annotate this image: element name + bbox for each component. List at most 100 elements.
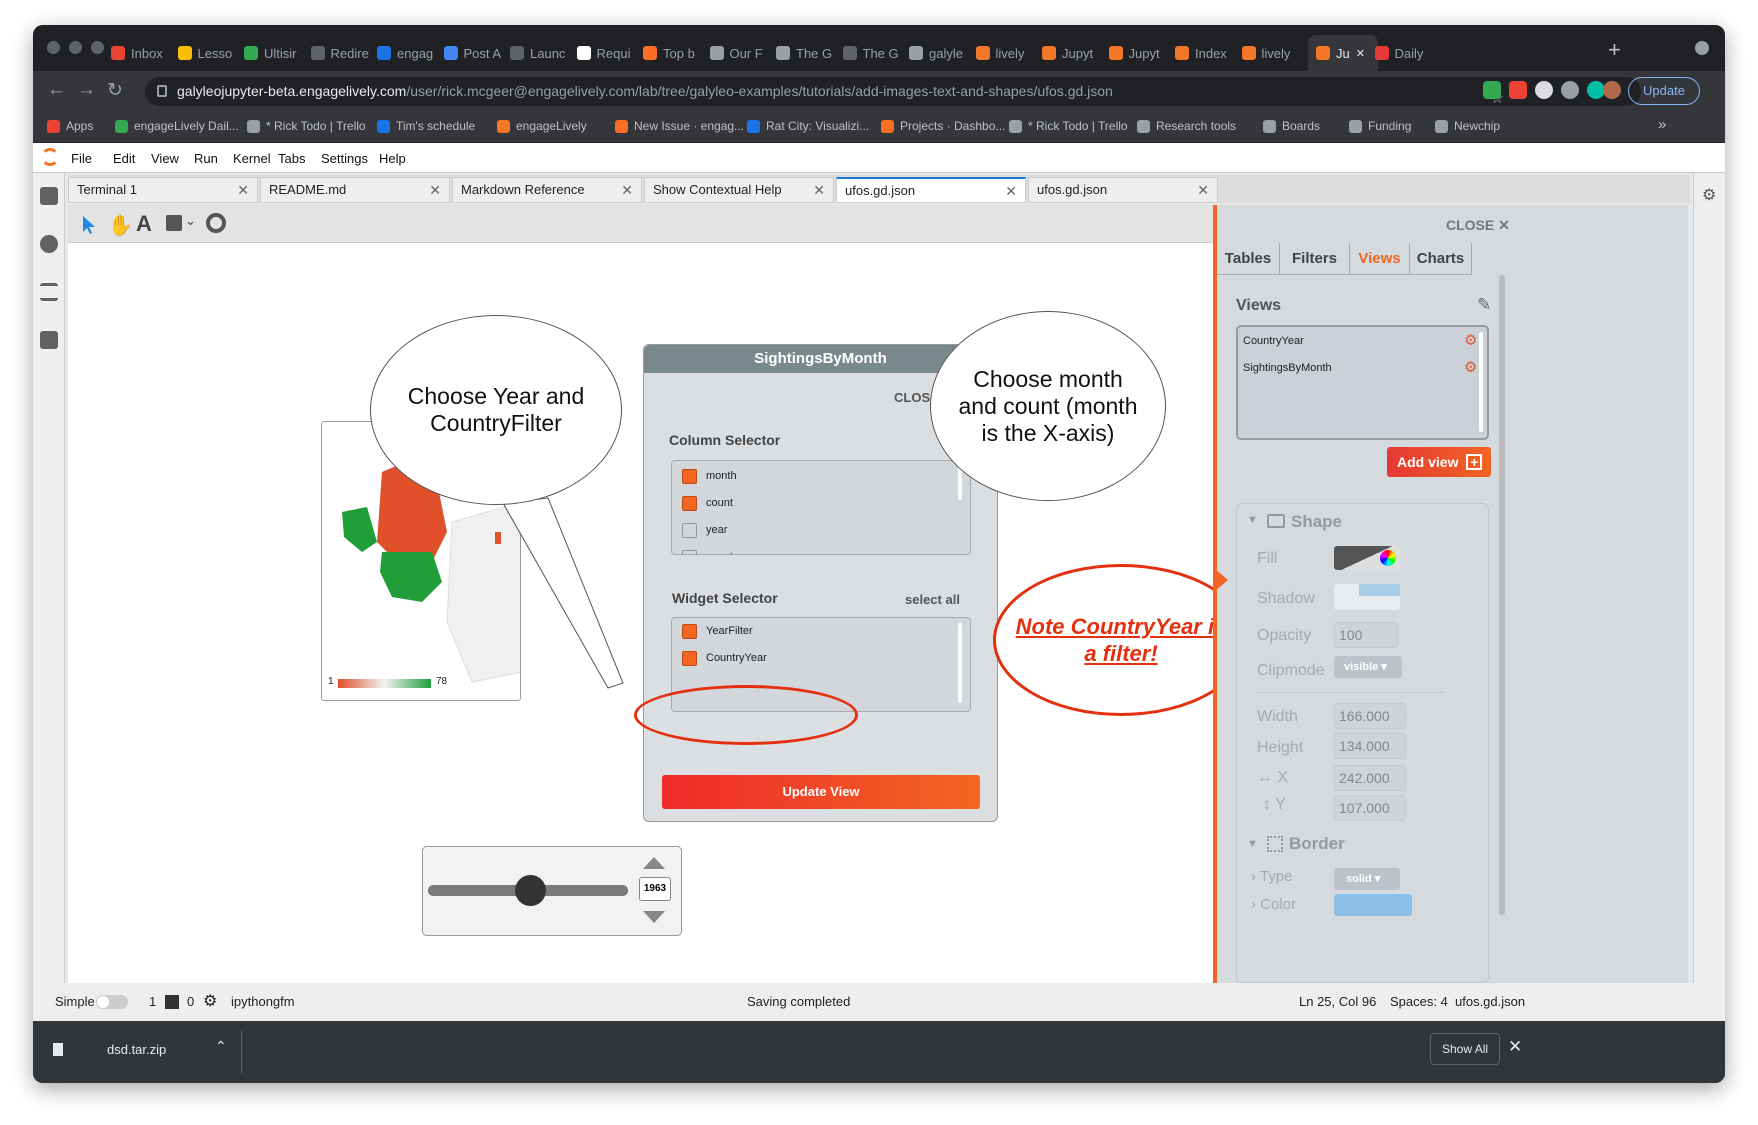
border-color-swatch[interactable] bbox=[1334, 894, 1412, 916]
close-icon[interactable]: ✕ bbox=[1005, 179, 1017, 203]
x-input[interactable]: 242.000 bbox=[1334, 765, 1406, 791]
year-slider-widget[interactable]: 1963 bbox=[422, 846, 682, 936]
shape-tool-icon[interactable] bbox=[166, 215, 182, 231]
folder-icon[interactable] bbox=[40, 187, 58, 205]
download-file-name[interactable]: dsd.tar.zip bbox=[107, 1042, 166, 1057]
hand-icon[interactable]: ✋ bbox=[108, 213, 133, 238]
browser-tab[interactable]: lively bbox=[975, 39, 1036, 67]
browser-tab[interactable]: The G bbox=[842, 39, 903, 67]
cursor-position[interactable]: Ln 25, Col 96 bbox=[1299, 994, 1376, 1009]
browser-tab[interactable]: Lesso bbox=[177, 39, 238, 67]
views-list[interactable]: CountryYear ⚙ SightingsByMonth ⚙ bbox=[1236, 325, 1489, 440]
scrollbar[interactable] bbox=[1479, 332, 1483, 432]
menu-tabs[interactable]: Tabs bbox=[278, 151, 305, 166]
browser-tab[interactable]: Index bbox=[1175, 39, 1235, 67]
close-icon[interactable]: ✕ bbox=[1508, 1037, 1522, 1057]
bookmark-item[interactable]: Boards bbox=[1263, 119, 1320, 133]
doc-tab[interactable]: Show Contextual Help ✕ bbox=[644, 177, 834, 203]
close-icon[interactable]: ✕ bbox=[813, 178, 825, 202]
menu-help[interactable]: Help bbox=[379, 151, 406, 166]
menu-settings[interactable]: Settings bbox=[321, 151, 368, 166]
view-settings-gear-icon[interactable]: ⚙ bbox=[1464, 358, 1477, 376]
browser-tab[interactable]: The G bbox=[776, 39, 836, 67]
opacity-input[interactable]: 100 bbox=[1334, 622, 1398, 648]
bookmark-item[interactable]: Projects · Dashbo... bbox=[881, 119, 1005, 133]
checkbox[interactable] bbox=[682, 496, 697, 511]
reload-icon[interactable]: ↻ bbox=[107, 79, 123, 102]
running-icon[interactable] bbox=[40, 235, 58, 253]
panel-scrollbar[interactable] bbox=[1499, 275, 1505, 915]
forward-icon[interactable]: → bbox=[77, 79, 96, 101]
browser-tab[interactable]: Daily bbox=[1374, 39, 1435, 67]
view-item[interactable]: CountryYear bbox=[1243, 335, 1304, 347]
panel-tab-tables[interactable]: Tables bbox=[1217, 243, 1280, 275]
bookmark-item[interactable]: Tim's schedule bbox=[377, 119, 475, 133]
slider-thumb[interactable] bbox=[515, 875, 546, 906]
border-type-select[interactable]: solid ▾ bbox=[1334, 868, 1400, 890]
panel-close-button[interactable]: CLOSE ✕ bbox=[1446, 217, 1510, 234]
collapse-icon[interactable]: ▼ bbox=[1247, 838, 1258, 850]
browser-tab[interactable]: Top b bbox=[643, 39, 703, 67]
update-view-button[interactable]: Update View bbox=[662, 775, 980, 809]
extension-icon[interactable] bbox=[1561, 81, 1579, 99]
doc-tab[interactable]: README.md ✕ bbox=[260, 177, 450, 203]
back-icon[interactable]: ← bbox=[47, 79, 66, 101]
checkbox[interactable] bbox=[682, 469, 697, 484]
fill-swatch[interactable] bbox=[1334, 546, 1400, 570]
width-input[interactable]: 166.000 bbox=[1334, 703, 1406, 729]
simple-mode-toggle[interactable] bbox=[96, 995, 128, 1009]
bookmark-item[interactable]: Research tools bbox=[1137, 119, 1236, 133]
pointer-icon[interactable] bbox=[82, 215, 96, 235]
chevron-up-icon[interactable]: ⌃ bbox=[215, 1038, 227, 1055]
note-callout[interactable]: Note CountryYear is a filter! bbox=[993, 564, 1249, 716]
clipmode-select[interactable]: visible ▾ bbox=[1334, 656, 1402, 678]
view-settings-gear-icon[interactable]: ⚙ bbox=[1464, 331, 1477, 349]
indent-setting[interactable]: Spaces: 4 bbox=[1390, 994, 1448, 1009]
checkbox[interactable] bbox=[682, 624, 697, 639]
bookmark-item[interactable]: * Rick Todo | Trello bbox=[247, 119, 366, 133]
help-lifebuoy-icon[interactable] bbox=[206, 213, 226, 233]
more-bookmarks-button[interactable]: » bbox=[1658, 116, 1666, 133]
checkbox[interactable] bbox=[682, 523, 697, 538]
add-view-button[interactable]: Add view + bbox=[1387, 447, 1491, 477]
browser-tab[interactable]: Requi bbox=[576, 39, 637, 67]
browser-tab[interactable]: Inbox bbox=[111, 39, 171, 67]
edit-icon[interactable]: ✎ bbox=[1477, 295, 1491, 315]
panel-tab-filters[interactable]: Filters bbox=[1280, 243, 1350, 275]
show-all-button[interactable]: Show All bbox=[1430, 1033, 1501, 1065]
height-input[interactable]: 134.000 bbox=[1334, 733, 1406, 759]
bookmark-item[interactable]: New Issue · engag... bbox=[615, 119, 744, 133]
menu-view[interactable]: View bbox=[151, 151, 179, 166]
close-icon[interactable]: ✕ bbox=[429, 178, 441, 202]
close-icon[interactable]: ✕ bbox=[621, 178, 633, 202]
update-button[interactable]: Update bbox=[1628, 77, 1700, 105]
dashboard-canvas[interactable]: 1 78 Choose Year and CountryFilter Sight… bbox=[68, 243, 1249, 983]
browser-tab[interactable]: Redire bbox=[310, 39, 371, 67]
bookmark-item[interactable]: Rat City: Visualizi... bbox=[747, 119, 869, 133]
close-icon[interactable]: ✕ bbox=[237, 178, 249, 202]
settings-gear-icon[interactable]: ⚙ bbox=[1702, 185, 1716, 205]
close-icon[interactable]: ✕ bbox=[1197, 178, 1209, 202]
checkbox[interactable] bbox=[682, 651, 697, 666]
select-all-link[interactable]: select all bbox=[905, 592, 960, 607]
menu-file[interactable]: File bbox=[71, 151, 92, 166]
toc-icon[interactable] bbox=[40, 283, 58, 301]
decrement-arrow-icon[interactable] bbox=[643, 911, 665, 923]
panel-tab-charts[interactable]: Charts bbox=[1410, 243, 1472, 275]
menu-edit[interactable]: Edit bbox=[113, 151, 135, 166]
browser-tab[interactable]: engag bbox=[377, 39, 437, 67]
browser-tab[interactable]: Jupyt bbox=[1042, 39, 1102, 67]
bookmark-item[interactable]: Newchip bbox=[1435, 119, 1500, 133]
window-controls[interactable] bbox=[47, 41, 104, 54]
bookmark-item[interactable]: engageLively Dail... bbox=[115, 119, 239, 133]
increment-arrow-icon[interactable] bbox=[643, 857, 665, 869]
browser-tab[interactable]: Launc bbox=[510, 39, 570, 67]
collapse-icon[interactable]: ▼ bbox=[1247, 514, 1258, 526]
bookmark-item[interactable]: engageLively bbox=[497, 119, 587, 133]
checkbox[interactable] bbox=[682, 550, 697, 554]
url-input[interactable]: galyleojupyter-beta.engagelively.com/use… bbox=[145, 77, 1641, 106]
browser-tab[interactable]: Jupyt bbox=[1108, 39, 1169, 67]
doc-tab[interactable]: Markdown Reference ✕ bbox=[452, 177, 642, 203]
bookmark-item[interactable]: * Rick Todo | Trello bbox=[1009, 119, 1128, 133]
extension-icon[interactable] bbox=[1535, 81, 1553, 99]
